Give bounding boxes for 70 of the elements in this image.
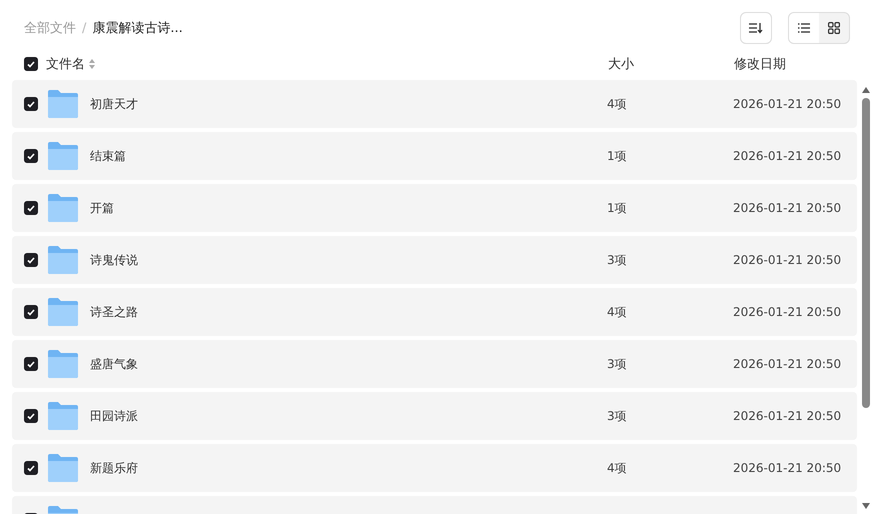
scroll-down-arrow-icon[interactable]: [861, 502, 871, 510]
file-row[interactable]: 田园诗派 3项 2026-01-21 20:50: [12, 392, 857, 440]
checkmark-icon: [27, 100, 35, 108]
file-size: 3项: [607, 252, 627, 266]
folder-icon: [48, 194, 78, 222]
file-size: 3项: [607, 408, 627, 422]
file-name[interactable]: 结束篇: [90, 148, 126, 164]
file-size: 1项: [607, 148, 627, 162]
folder-icon: [48, 298, 78, 326]
checkbox[interactable]: [24, 305, 38, 319]
checkbox[interactable]: [24, 461, 38, 475]
scroll-up-arrow-icon[interactable]: [861, 86, 871, 94]
file-size: 4项: [607, 304, 627, 318]
grid-icon: [828, 22, 840, 34]
file-name[interactable]: 开篇: [90, 200, 114, 216]
breadcrumb-link[interactable]: 康震解读古诗...: [92, 19, 183, 37]
file-name[interactable]: 新题乐府: [90, 460, 138, 476]
modified-date: 2026-01-21 20:50: [733, 253, 842, 267]
checkbox[interactable]: [24, 149, 38, 163]
checkmark-icon: [27, 152, 35, 160]
file-name[interactable]: 诗圣之路: [90, 304, 138, 320]
checkmark-icon: [27, 412, 35, 420]
folder-icon: [48, 90, 78, 118]
file-size: 4项: [607, 96, 627, 110]
file-size: 4项: [607, 460, 627, 474]
file-row[interactable]: 开篇 1项 2026-01-21 20:50: [12, 184, 857, 232]
modified-date: 2026-01-21 20:50: [733, 149, 842, 163]
column-header[interactable]: 文件名: [46, 55, 85, 73]
modified-date: 2026-01-21 20:50: [733, 305, 842, 319]
file-size: 3项: [607, 356, 627, 370]
file-row[interactable]: 结束篇 1项 2026-01-21 20:50: [12, 132, 857, 180]
file-row[interactable]: 诗圣之路 4项 2026-01-21 20:50: [12, 288, 857, 336]
folder-icon: [48, 402, 78, 430]
file-row[interactable]: 初唐天才 4项 2026-01-21 20:50: [12, 80, 857, 128]
modified-date: 2026-01-21 20:50: [733, 357, 842, 371]
folder-icon: [48, 142, 78, 170]
file-name[interactable]: 诗鬼传说: [90, 252, 138, 268]
checkbox[interactable]: [24, 357, 38, 371]
checkbox[interactable]: [24, 409, 38, 423]
checkmark-icon: [27, 60, 35, 68]
checkmark-icon: [27, 464, 35, 472]
modified-date: 2026-01-21 20:50: [733, 409, 842, 423]
file-size: 1项: [607, 200, 627, 214]
folder-icon: [48, 454, 78, 482]
file-name[interactable]: 田园诗派: [90, 408, 138, 424]
sort-icon: [749, 22, 763, 34]
checkbox[interactable]: [24, 253, 38, 267]
checkbox[interactable]: [24, 57, 38, 71]
folder-icon: [48, 350, 78, 378]
list-icon: [798, 23, 810, 33]
checkbox[interactable]: [24, 97, 38, 111]
column-header[interactable]: 大小: [608, 57, 634, 72]
checkmark-icon: [27, 204, 35, 212]
modified-date: 2026-01-21 20:50: [733, 461, 842, 475]
checkmark-icon: [27, 256, 35, 264]
column-header[interactable]: 修改日期: [734, 57, 786, 72]
checkmark-icon: [27, 308, 35, 316]
checkmark-icon: [27, 360, 35, 368]
folder-icon: [48, 246, 78, 274]
modified-date: 2026-01-21 20:50: [733, 201, 842, 215]
file-row[interactable]: 诗鬼传说 3项 2026-01-21 20:50: [12, 236, 857, 284]
checkbox[interactable]: [24, 201, 38, 215]
list-view-button[interactable]: [789, 13, 819, 43]
file-name[interactable]: 盛唐气象: [90, 356, 138, 372]
file-row[interactable]: 盛唐气象 3项 2026-01-21 20:50: [12, 340, 857, 388]
file-name[interactable]: 初唐天才: [90, 96, 138, 112]
breadcrumb-separator: /: [82, 20, 86, 36]
modified-date: 2026-01-21 20:50: [733, 97, 842, 111]
file-row[interactable]: 新题乐府 4项 2026-01-21 20:50: [12, 444, 857, 492]
sort-button[interactable]: [740, 12, 772, 44]
